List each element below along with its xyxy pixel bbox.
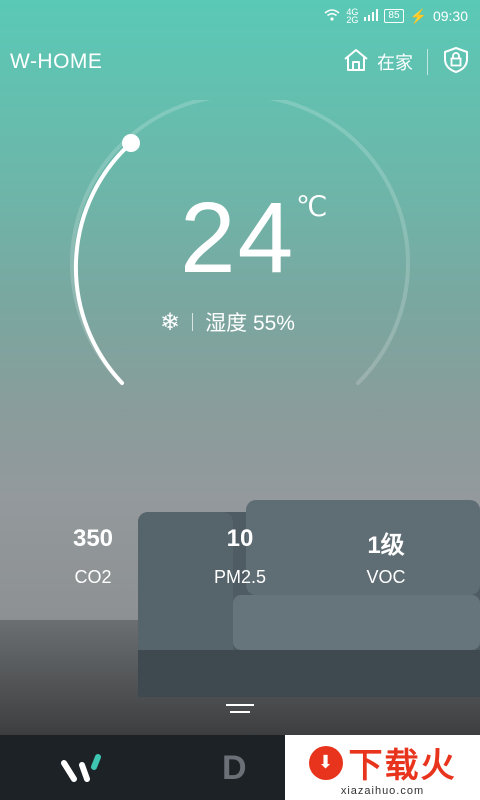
w-logo-icon xyxy=(60,754,110,787)
security-button[interactable] xyxy=(442,46,470,79)
voc-label: VOC xyxy=(366,567,406,587)
tab-devices[interactable]: D xyxy=(222,749,247,788)
signal-icon xyxy=(364,8,379,24)
home-icon xyxy=(343,48,369,77)
stat-co2: 350 CO2 xyxy=(33,525,153,588)
home-mode-label: 在家 xyxy=(377,53,413,73)
clock: 09:30 xyxy=(432,8,468,24)
dial-progress-arc xyxy=(73,141,133,385)
humidity-text: 湿度 55% xyxy=(205,312,295,335)
temperature-value: 24 xyxy=(180,182,296,294)
voc-value: 1级 xyxy=(367,532,405,559)
status-bar: 4G 2G 85 ⚡ 09:30 xyxy=(0,0,480,32)
shield-lock-icon xyxy=(442,46,470,79)
watermark-text: 下载火 xyxy=(348,746,457,786)
mode-humidity-row: ❄ 湿度 55% xyxy=(160,307,295,337)
wifi-icon xyxy=(324,8,340,24)
charging-icon: ⚡ xyxy=(409,7,427,24)
download-icon: ⬇ xyxy=(308,745,343,780)
bottom-tab-bar: D ⬇ 下载火 xiazaihuo.com xyxy=(0,735,480,800)
watermark-badge: ⬇ 下载火 xiazaihuo.com xyxy=(285,735,480,800)
temperature-unit: ℃ xyxy=(296,191,328,222)
battery-level: 85 xyxy=(384,9,404,23)
app-header: W-HOME 在家 xyxy=(0,40,480,84)
co2-label: CO2 xyxy=(74,567,112,587)
air-quality-stats: 350 CO2 10 PM2.5 1级 VOC xyxy=(0,525,480,605)
drawer-handle[interactable] xyxy=(226,704,254,718)
pm25-value: 10 xyxy=(226,525,254,552)
home-mode-button[interactable]: 在家 xyxy=(343,48,413,77)
stat-voc: 1级 VOC xyxy=(326,525,446,588)
stat-pm25: 10 PM2.5 xyxy=(180,525,300,588)
network-type: 4G 2G xyxy=(346,7,359,25)
watermark-url: xiazaihuo.com xyxy=(340,785,425,797)
humidity-separator xyxy=(192,313,194,331)
dial-knob[interactable] xyxy=(122,134,140,152)
tab-home[interactable] xyxy=(60,753,110,788)
app-title: W-HOME xyxy=(10,50,103,73)
pm25-label: PM2.5 xyxy=(213,567,267,587)
co2-value: 350 xyxy=(72,525,114,552)
snowflake-icon: ❄ xyxy=(160,308,181,336)
header-divider xyxy=(427,49,428,75)
